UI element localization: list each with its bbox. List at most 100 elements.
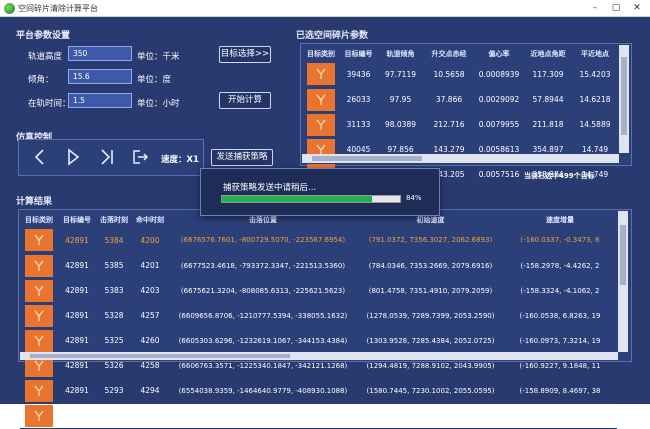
select-target-button[interactable]: 目标选择>>	[219, 46, 271, 63]
header-cell: 目标类别	[25, 215, 53, 224]
table-row[interactable]: 42891 5293 4294 (6554038.9359, -1464640.977…	[20, 378, 617, 404]
duration-label: 在轨时间：	[28, 99, 71, 109]
scroll-thumb[interactable]	[312, 156, 422, 161]
table-cell: 4260	[132, 328, 168, 354]
debris-icon	[34, 335, 44, 346]
table-cell: 42891	[58, 228, 96, 254]
debris-icon	[34, 260, 44, 271]
app-window: 空间碎片清除计算平台 – ▢ ✕ 平台参数设置 轨道高度 350 单位：千米 目…	[0, 0, 650, 429]
table-row[interactable]: 31133 98.0389 212.716 0.0079955 211.818 …	[302, 112, 618, 138]
progress-dialog: 捕获策略发送中请稍后... 84%	[200, 168, 440, 216]
table-row[interactable]: 42891 5307 4281 (6572552.2101, -1363354.628…	[20, 403, 617, 429]
category-cell	[20, 253, 58, 279]
table-cell: 42891	[58, 403, 96, 429]
table-row[interactable]: 42891 5384 4200 (6676576.7601, -800729.5070…	[20, 228, 617, 254]
table-row[interactable]: 39436 97.7119 10.5658 0.0008939 117.309 …	[302, 62, 618, 88]
table-cell: (1278.0539, 7289.7399, 2053.2590)	[358, 303, 503, 329]
scroll-thumb[interactable]	[621, 57, 627, 135]
debris-icon	[316, 94, 326, 105]
table-cell: (791.0372, 7356.3027, 2062.6893)	[358, 228, 503, 254]
table-cell: (6676576.7601, -800729.5070, -223567.695…	[168, 228, 358, 254]
table-row[interactable]: 42891 5385 4201 (6677523.4618, -793372.3347…	[20, 253, 617, 279]
table-cell: 5293	[96, 378, 132, 404]
results-title: 计算结果	[16, 197, 53, 207]
table-cell: 57.8944	[524, 87, 572, 113]
table-cell: 15.4203	[572, 62, 618, 88]
inclination-input[interactable]: 15.6	[68, 69, 132, 84]
table-cell: (801.4758, 7351.4910, 2079.2059)	[358, 278, 503, 304]
header-cell: 目标类别	[307, 49, 335, 58]
table-cell: 97.7119	[377, 62, 424, 88]
table-row[interactable]: 26033 97.95 37.866 0.0029092 57.8944 14.…	[302, 87, 618, 113]
header-cell: 偏心率	[488, 49, 510, 58]
app-logo-icon	[4, 3, 15, 14]
start-compute-button[interactable]: 开始计算	[219, 92, 271, 109]
results-table-body: 42891 5384 4200 (6676576.7601, -800729.5070…	[20, 228, 617, 429]
table-cell: (6677523.4618, -793372.3347, -221513.536…	[168, 253, 358, 279]
scroll-thumb[interactable]	[30, 354, 290, 358]
table-cell: 98.0389	[377, 112, 424, 138]
table-cell: 0.0029092	[474, 87, 524, 113]
progress-bar	[221, 195, 401, 203]
inclination-unit: 单位：度	[137, 75, 172, 85]
table-cell: 117.309	[524, 62, 572, 88]
category-cell	[302, 112, 340, 138]
skip-forward-button[interactable]	[98, 148, 116, 166]
table-cell: 42891	[58, 328, 96, 354]
category-cell	[20, 328, 58, 354]
title-bar: 空间碎片清除计算平台 – ▢ ✕	[0, 0, 650, 17]
altitude-unit: 单位：千米	[137, 52, 180, 62]
close-button[interactable]: ✕	[628, 1, 646, 15]
exit-icon	[133, 150, 149, 164]
scroll-thumb[interactable]	[620, 225, 626, 285]
header-cell: 目标编号	[63, 215, 91, 224]
table-cell: 5385	[96, 253, 132, 279]
category-badge	[25, 379, 53, 402]
altitude-input[interactable]: 350	[68, 46, 132, 61]
table-row[interactable]: 42891 5383 4203 (6675621.3204, -808085.6313…	[20, 278, 617, 304]
skip-back-icon	[34, 149, 44, 165]
table-row[interactable]: 42891 5328 4257 (6609656.8706, -1210777.539…	[20, 303, 617, 329]
table-cell: 42891	[58, 303, 96, 329]
table-cell: (1580.7445, 7230.1002, 2055.0595)	[358, 378, 503, 404]
table-cell: 4203	[132, 278, 168, 304]
table-cell: 0.0079955	[474, 112, 524, 138]
minimize-button[interactable]: –	[586, 1, 604, 15]
table-cell: (6572552.2101, -1363354.6280, -380655.45…	[168, 403, 358, 429]
table-cell: 5325	[96, 328, 132, 354]
play-button[interactable]	[64, 148, 82, 166]
category-badge	[25, 329, 53, 352]
skip-forward-icon	[101, 149, 113, 165]
selected-table-vscroll[interactable]	[619, 45, 629, 153]
table-cell: 5328	[96, 303, 132, 329]
table-cell: 4201	[132, 253, 168, 279]
header-cell: 命中时刻	[136, 215, 164, 224]
table-cell: (-158.8909, 8.4697, 38	[503, 378, 617, 404]
header-cell: 击落时刻	[100, 215, 128, 224]
debris-icon	[316, 119, 326, 130]
progress-message: 捕获策略发送中请稍后...	[223, 183, 317, 193]
skip-back-button[interactable]	[31, 148, 49, 166]
category-cell	[20, 303, 58, 329]
table-cell: 42891	[58, 378, 96, 404]
table-cell: 0.0008939	[474, 62, 524, 88]
duration-input[interactable]: 1.5	[68, 93, 132, 108]
table-cell: 5307	[96, 403, 132, 429]
results-table-vscroll[interactable]	[618, 211, 628, 352]
category-cell	[20, 403, 58, 429]
category-badge	[25, 304, 53, 327]
table-cell: (6675621.3204, -808085.6313, -225621.562…	[168, 278, 358, 304]
maximize-button[interactable]: ▢	[607, 1, 625, 15]
table-row[interactable]: 42891 5325 4260 (6605303.6296, -1232619.106…	[20, 328, 617, 354]
debris-icon	[34, 285, 44, 296]
header-cell: 轨道倾角	[386, 49, 415, 58]
debris-icon	[34, 310, 44, 321]
table-cell: (6605303.6296, -1232619.1067, -344153.43…	[168, 328, 358, 354]
table-cell: 5384	[96, 228, 132, 254]
results-table-hscroll[interactable]	[20, 352, 618, 360]
selected-table-hscroll[interactable]	[302, 154, 619, 163]
inclination-label: 倾角：	[28, 75, 54, 85]
debris-icon	[34, 385, 44, 396]
send-strategy-button[interactable]: 发送捕获策略	[211, 149, 273, 166]
exit-button[interactable]	[131, 148, 149, 166]
